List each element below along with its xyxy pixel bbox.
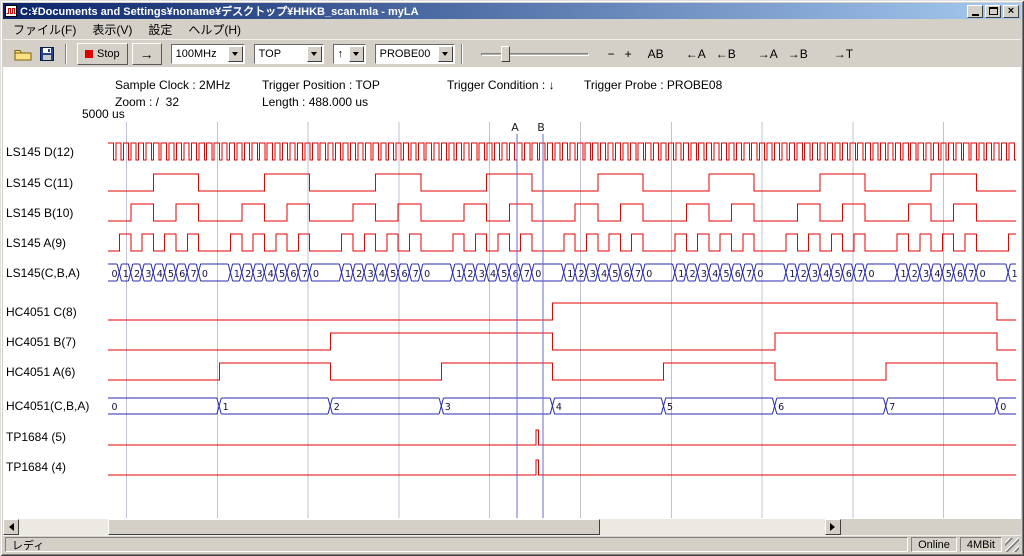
zoom-slider-track[interactable] — [481, 53, 589, 56]
stop-button-label: Stop — [97, 48, 120, 60]
app-icon — [5, 5, 17, 17]
goto-trigger-button[interactable]: →T — [829, 43, 858, 65]
run-button[interactable]: → — [132, 43, 162, 65]
goto-cursor-a-left-button[interactable]: ←A — [681, 43, 711, 65]
close-icon: × — [1008, 6, 1014, 16]
waveform-panel — [3, 67, 1021, 519]
menu-file[interactable]: ファイル(F) — [5, 19, 84, 40]
trigger-probe-combobox[interactable]: PROBE00 — [375, 44, 455, 64]
channel-label: TP1684 (5) — [6, 429, 66, 445]
floppy-icon — [40, 47, 54, 61]
trigger-edge-combobox[interactable]: ↑ — [333, 44, 366, 64]
trigger-position-info: Trigger Position : TOP — [262, 78, 380, 92]
trigger-probe-value: PROBE00 — [376, 48, 438, 60]
channel-label: HC4051 A(6) — [6, 364, 75, 380]
open-button[interactable] — [11, 43, 35, 65]
length-info: Length : 488.000 us — [262, 95, 368, 109]
sample-clock-combobox[interactable]: 100MHz — [171, 44, 245, 64]
scroll-left-button[interactable] — [3, 519, 19, 535]
menu-settings[interactable]: 設定 — [140, 19, 180, 40]
zoom-slider-thumb[interactable] — [501, 46, 510, 62]
triangle-right — [830, 523, 839, 531]
chevron-down-icon[interactable] — [438, 46, 453, 62]
channel-label: TP1684 (4) — [6, 459, 66, 475]
resize-grip-icon[interactable] — [1005, 538, 1019, 552]
zoom-slider[interactable] — [479, 43, 591, 65]
status-bar: レディ Online 4MBit — [3, 535, 1021, 553]
minimize-button[interactable] — [967, 5, 983, 18]
maximize-button[interactable] — [985, 5, 1001, 18]
scroll-right-button[interactable] — [825, 519, 841, 535]
channel-label: LS145 A(9) — [6, 235, 66, 251]
stop-button[interactable]: Stop — [77, 43, 128, 65]
status-memory: 4MBit — [960, 537, 1002, 552]
zoom-out-button[interactable]: − — [603, 43, 620, 65]
open-folder-icon — [14, 47, 32, 61]
chevron-down-icon[interactable] — [228, 46, 243, 62]
app-window: C:¥Documents and Settings¥noname¥デスクトップ¥… — [0, 0, 1024, 556]
channel-label: HC4051 B(7) — [6, 334, 76, 350]
close-button[interactable]: × — [1003, 5, 1019, 18]
trigger-condition-info: Trigger Condition : ↓ — [447, 78, 555, 92]
window-title: C:¥Documents and Settings¥noname¥デスクトップ¥… — [20, 3, 965, 19]
horizontal-scrollbar[interactable] — [3, 519, 841, 535]
triangle-down — [232, 52, 238, 59]
save-button[interactable] — [35, 43, 59, 65]
trigger-edge-value: ↑ — [334, 48, 349, 60]
stop-icon — [85, 50, 93, 58]
channel-label: LS145 D(12) — [6, 144, 74, 160]
maximize-icon — [989, 7, 998, 15]
menu-view[interactable]: 表示(V) — [84, 19, 140, 40]
channel-label: HC4051(C,B,A) — [6, 398, 89, 414]
triangle-down — [353, 52, 359, 59]
run-arrow-icon: → — [140, 46, 154, 62]
sample-clock-value: 100MHz — [172, 48, 228, 60]
chevron-down-icon[interactable] — [307, 46, 322, 62]
menu-bar: ファイル(F) 表示(V) 設定 ヘルプ(H) — [3, 19, 1021, 39]
channel-label: LS145 B(10) — [6, 205, 73, 221]
trigger-probe-info: Trigger Probe : PROBE08 — [584, 78, 722, 92]
trigger-position-value: TOP — [255, 48, 307, 60]
minimize-icon — [972, 14, 979, 16]
triangle-left — [5, 523, 14, 531]
time-division-label: 5000 us — [82, 107, 125, 121]
goto-cursor-a-right-button[interactable]: →A — [753, 43, 783, 65]
chevron-down-icon[interactable] — [349, 46, 364, 62]
channel-label: LS145(C,B,A) — [6, 265, 80, 281]
goto-cursor-b-left-button[interactable]: ←B — [711, 43, 741, 65]
goto-cursor-b-right-button[interactable]: →B — [783, 43, 813, 65]
scrollbar-thumb[interactable] — [108, 519, 600, 535]
title-bar[interactable]: C:¥Documents and Settings¥noname¥デスクトップ¥… — [3, 3, 1021, 19]
sample-clock-info: Sample Clock : 2MHz — [115, 78, 230, 92]
channel-label: HC4051 C(8) — [6, 304, 77, 320]
toolbar-separator — [461, 44, 463, 64]
triangle-down — [311, 52, 317, 59]
status-online: Online — [911, 537, 957, 552]
zoom-in-button[interactable]: + — [620, 43, 637, 65]
status-ready: レディ — [5, 537, 908, 552]
menu-help[interactable]: ヘルプ(H) — [180, 19, 249, 40]
toolbar: Stop → 100MHz TOP ↑ PROBE00 − + AB ←A — [3, 39, 1021, 67]
ab-cursor-button[interactable]: AB — [643, 43, 669, 65]
triangle-down — [442, 52, 448, 59]
toolbar-separator — [65, 44, 67, 64]
trigger-position-combobox[interactable]: TOP — [254, 44, 324, 64]
channel-label: LS145 C(11) — [6, 175, 73, 191]
